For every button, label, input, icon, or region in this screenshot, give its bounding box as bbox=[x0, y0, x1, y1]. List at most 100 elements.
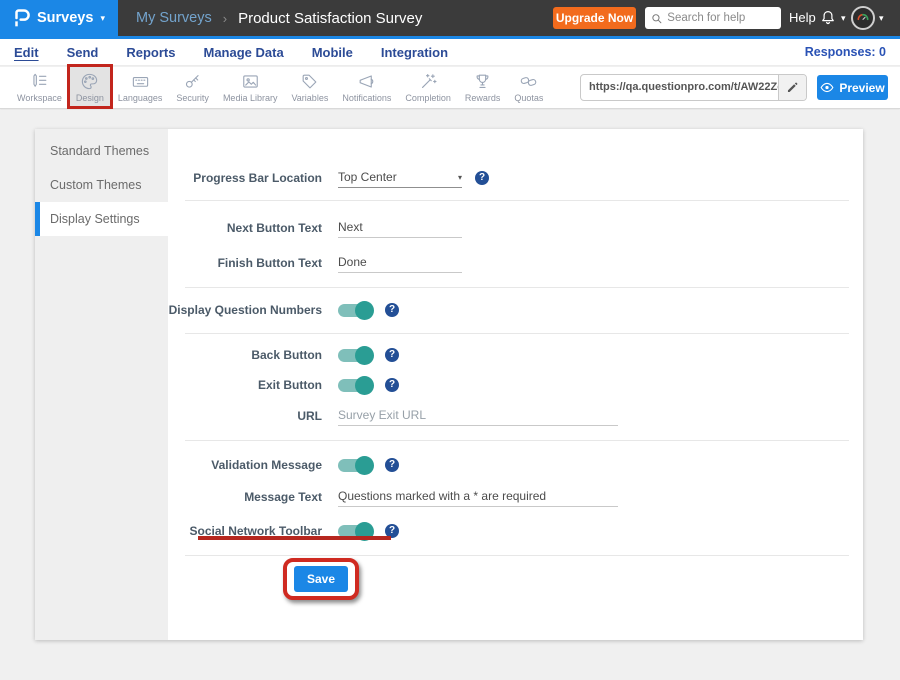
account-menu[interactable]: ▾ bbox=[851, 6, 884, 30]
workspace-icon bbox=[30, 72, 49, 91]
sidebar-item-standard-themes[interactable]: Standard Themes bbox=[35, 134, 168, 168]
selected-value: Top Center bbox=[338, 170, 397, 184]
save-button[interactable]: Save bbox=[294, 566, 348, 592]
survey-url-text[interactable]: https://qa.questionpro.com/t/AW22Zcq2J bbox=[581, 75, 778, 100]
chain-icon bbox=[519, 72, 538, 91]
tag-icon bbox=[300, 72, 319, 91]
toolbar-label: Rewards bbox=[465, 93, 501, 103]
finish-button-text-label: Finish Button Text bbox=[35, 256, 322, 270]
back-button-toggle[interactable] bbox=[338, 349, 372, 362]
image-icon bbox=[241, 72, 260, 91]
keyboard-icon bbox=[131, 72, 150, 91]
toolbar-item-variables[interactable]: Variables bbox=[284, 67, 335, 108]
chevron-down-icon: ▾ bbox=[841, 13, 846, 24]
wand-icon bbox=[419, 72, 438, 91]
notifications-bell[interactable]: ▾ bbox=[819, 8, 846, 28]
divider bbox=[185, 333, 849, 334]
bell-icon bbox=[819, 8, 837, 28]
chevron-down-icon: ▾ bbox=[100, 13, 105, 24]
responses-count[interactable]: Responses: 0 bbox=[805, 45, 886, 59]
divider bbox=[185, 555, 849, 556]
back-button-row: Back Button ? bbox=[35, 345, 863, 365]
toolbar-label: Design bbox=[76, 93, 104, 103]
breadcrumb-my-surveys[interactable]: My Surveys bbox=[136, 10, 212, 26]
eye-icon bbox=[820, 82, 834, 93]
display-question-numbers-row: Display Question Numbers ? bbox=[35, 300, 863, 320]
survey-menubar: Edit Send Reports Manage Data Mobile Int… bbox=[0, 39, 900, 66]
toolbar-item-media-library[interactable]: Media Library bbox=[216, 67, 285, 108]
next-button-text-input[interactable] bbox=[338, 218, 462, 238]
exit-button-toggle[interactable] bbox=[338, 379, 372, 392]
toolbar-label: Languages bbox=[118, 93, 163, 103]
surveys-app-menu[interactable]: Surveys ▾ bbox=[0, 0, 118, 36]
pencil-icon bbox=[786, 81, 799, 94]
page-title: Product Satisfaction Survey bbox=[238, 10, 422, 27]
preview-label: Preview bbox=[839, 81, 884, 95]
avatar bbox=[851, 6, 875, 30]
tab-mobile[interactable]: Mobile bbox=[312, 45, 353, 60]
preview-button[interactable]: Preview bbox=[817, 75, 888, 100]
message-text-row: Message Text bbox=[35, 487, 863, 507]
tab-integration[interactable]: Integration bbox=[381, 45, 448, 60]
help-icon[interactable]: ? bbox=[385, 378, 399, 392]
validation-message-toggle[interactable] bbox=[338, 459, 372, 472]
tab-edit[interactable]: Edit bbox=[14, 45, 39, 60]
toolbar-label: Notifications bbox=[342, 93, 391, 103]
palette-icon bbox=[80, 72, 99, 91]
top-header: Surveys ▾ My Surveys › Product Satisfact… bbox=[0, 0, 900, 36]
finish-button-text-row: Finish Button Text bbox=[35, 253, 863, 273]
toolbar-item-notifications[interactable]: Notifications bbox=[335, 67, 398, 108]
toolbar-label: Workspace bbox=[17, 93, 62, 103]
exit-button-label: Exit Button bbox=[35, 378, 322, 392]
gauge-icon bbox=[855, 10, 871, 26]
chevron-down-icon: ▾ bbox=[458, 173, 462, 182]
search-input[interactable] bbox=[667, 12, 775, 24]
validation-message-row: Validation Message ? bbox=[35, 455, 863, 475]
toolbar-item-design[interactable]: Design bbox=[69, 67, 111, 108]
edit-toolbar: Workspace Design Languages Security Medi… bbox=[0, 67, 900, 109]
help-icon[interactable]: ? bbox=[475, 171, 489, 185]
megaphone-icon bbox=[357, 72, 376, 91]
upgrade-now-button[interactable]: Upgrade Now bbox=[553, 7, 636, 29]
survey-url-group: https://qa.questionpro.com/t/AW22Zcq2J bbox=[580, 74, 807, 101]
display-question-numbers-toggle[interactable] bbox=[338, 304, 372, 317]
tab-send[interactable]: Send bbox=[67, 45, 99, 60]
trophy-icon bbox=[473, 72, 492, 91]
help-search[interactable] bbox=[645, 7, 781, 29]
progress-bar-location-label: Progress Bar Location bbox=[35, 171, 322, 185]
search-icon bbox=[651, 12, 662, 25]
breadcrumb: My Surveys › Product Satisfaction Survey bbox=[136, 0, 422, 36]
exit-button-row: Exit Button ? bbox=[35, 375, 863, 395]
save-annotation-box: Save bbox=[283, 558, 359, 600]
toolbar-item-quotas[interactable]: Quotas bbox=[507, 67, 550, 108]
divider bbox=[185, 287, 849, 288]
display-settings-card: Standard Themes Custom Themes Display Se… bbox=[35, 129, 863, 640]
help-icon[interactable]: ? bbox=[385, 458, 399, 472]
edit-url-button[interactable] bbox=[778, 75, 806, 100]
toolbar-label: Variables bbox=[291, 93, 328, 103]
social-network-toolbar-row: Social Network Toolbar ? bbox=[35, 521, 863, 541]
toolbar-item-completion[interactable]: Completion bbox=[398, 67, 458, 108]
help-icon[interactable]: ? bbox=[385, 348, 399, 362]
app-menu-label: Surveys bbox=[37, 10, 93, 26]
help-icon[interactable]: ? bbox=[385, 303, 399, 317]
message-text-input[interactable] bbox=[338, 487, 618, 507]
questionpro-logo-icon bbox=[13, 8, 30, 28]
finish-button-text-input[interactable] bbox=[338, 253, 462, 273]
exit-url-label: URL bbox=[35, 409, 322, 423]
toolbar-item-security[interactable]: Security bbox=[169, 67, 216, 108]
chevron-down-icon: ▾ bbox=[879, 13, 884, 24]
progress-bar-location-select[interactable]: Top Center ▾ bbox=[338, 168, 462, 188]
toolbar-item-workspace[interactable]: Workspace bbox=[10, 67, 69, 108]
toolbar-label: Media Library bbox=[223, 93, 278, 103]
tab-manage-data[interactable]: Manage Data bbox=[203, 45, 283, 60]
breadcrumb-separator-icon: › bbox=[223, 11, 227, 26]
exit-url-input[interactable] bbox=[338, 406, 618, 426]
toolbar-item-rewards[interactable]: Rewards bbox=[458, 67, 508, 108]
help-link[interactable]: Help bbox=[789, 0, 816, 36]
toolbar-item-languages[interactable]: Languages bbox=[111, 67, 170, 108]
tab-reports[interactable]: Reports bbox=[126, 45, 175, 60]
progress-bar-location-row: Progress Bar Location Top Center ▾ ? bbox=[35, 168, 863, 188]
exit-url-row: URL bbox=[35, 406, 863, 426]
toolbar-label: Completion bbox=[405, 93, 451, 103]
